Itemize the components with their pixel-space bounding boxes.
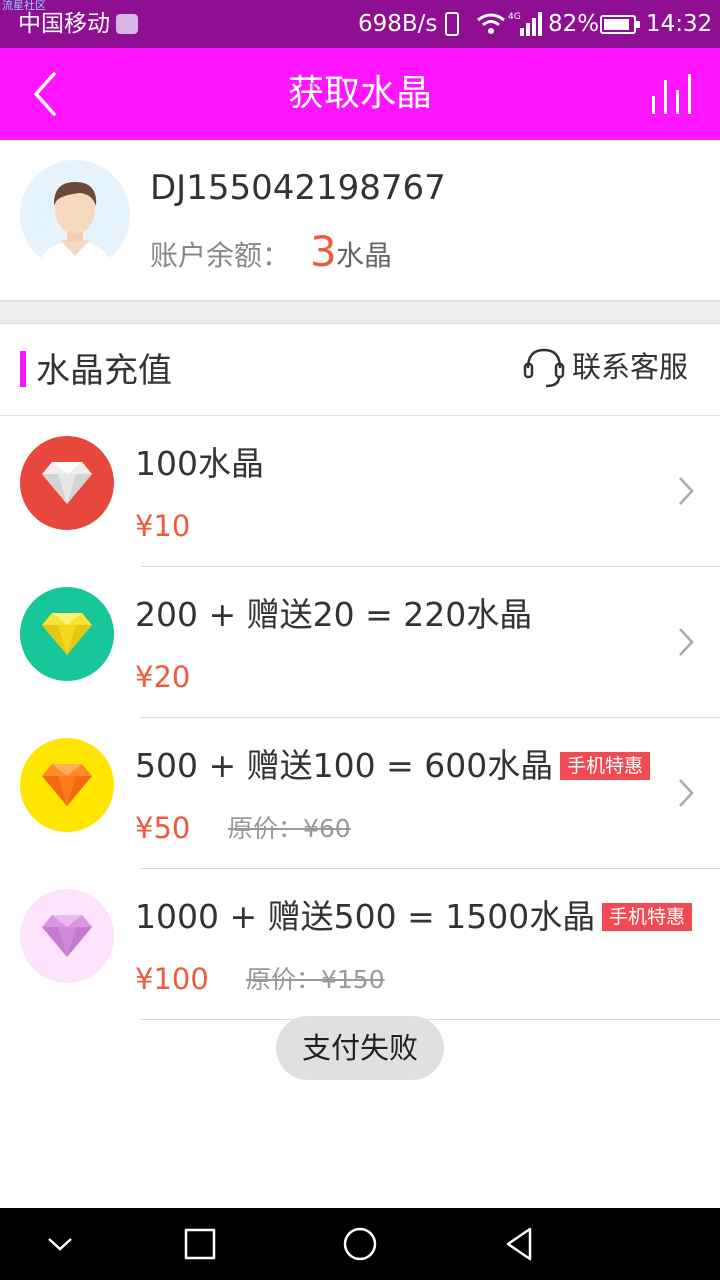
diamond-icon — [42, 613, 92, 655]
balance-value: 3 — [310, 227, 337, 276]
package-title: 100水晶 — [135, 444, 264, 483]
diamond-icon — [42, 764, 92, 806]
contact-service-label: 联系客服 — [572, 350, 689, 384]
balance-label: 账户余额： — [150, 239, 291, 272]
divider — [140, 1019, 720, 1020]
promo-badge: 手机特惠 — [602, 903, 693, 931]
chevron-right-icon — [679, 779, 694, 807]
system-nav-bar — [0, 1208, 720, 1280]
headset-icon — [523, 348, 565, 388]
avatar — [20, 160, 130, 270]
package-item[interactable]: 200 + 赠送20 = 220水晶 ¥20 — [0, 567, 720, 718]
original-price: 原价：¥150 — [246, 965, 385, 994]
carrier-app-icon — [116, 14, 138, 34]
original-price: 原价：¥60 — [228, 814, 351, 843]
clock: 14:32 — [646, 11, 713, 37]
account-panel: DJ155042198767 账户余额： 3 水晶 — [0, 140, 720, 302]
chevron-down-icon — [48, 1238, 72, 1251]
network-type: 4G — [508, 12, 521, 22]
battery-icon — [600, 15, 640, 34]
package-price: ¥50 — [135, 811, 191, 845]
section-title: 水晶充值 — [36, 351, 172, 391]
package-icon — [20, 738, 114, 832]
balance-unit: 水晶 — [336, 239, 393, 272]
section-accent-bar — [20, 351, 26, 387]
package-title: 1000 + 赠送500 = 1500水晶 — [135, 897, 596, 936]
package-icon — [20, 436, 114, 530]
status-bar: 流星社区 中国移动 698B/s 4G 82% 14:32 — [0, 0, 720, 48]
package-item[interactable]: 1000 + 赠送500 = 1500水晶 手机特惠 ¥100 原价：¥150 — [0, 869, 720, 1020]
package-price: ¥20 — [135, 660, 191, 694]
package-title: 200 + 赠送20 = 220水晶 — [135, 595, 533, 634]
wifi-icon — [477, 13, 505, 34]
diamond-icon — [42, 915, 92, 957]
square-icon — [184, 1228, 216, 1260]
nav-back-button[interactable] — [500, 1224, 540, 1264]
network-speed: 698B/s — [358, 11, 438, 37]
recharge-section-header: 水晶充值 联系客服 — [0, 324, 720, 416]
package-title: 500 + 赠送100 = 600水晶 — [135, 746, 554, 785]
signal-icon: 4G — [508, 12, 542, 36]
chevron-right-icon — [679, 628, 694, 656]
chevron-right-icon — [679, 477, 694, 505]
package-icon — [20, 587, 114, 681]
package-item[interactable]: 500 + 赠送100 = 600水晶 手机特惠 ¥50 原价：¥60 — [0, 718, 720, 869]
page-title: 获取水晶 — [287, 73, 432, 114]
package-item[interactable]: 100水晶 ¥10 — [0, 416, 720, 567]
bar-chart-icon — [652, 74, 691, 114]
payment-failed-toast: 支付失败 — [276, 1016, 444, 1080]
nav-home-button[interactable] — [340, 1224, 380, 1264]
circle-icon — [343, 1227, 377, 1261]
nav-recents-button[interactable] — [180, 1224, 220, 1264]
carrier-name: 中国移动 — [18, 11, 110, 37]
nav-hide-button[interactable] — [40, 1224, 80, 1264]
triangle-back-icon — [506, 1227, 532, 1261]
promo-badge: 手机特惠 — [560, 752, 651, 780]
battery-percent: 82% — [548, 11, 600, 37]
diamond-icon — [42, 462, 92, 504]
section-gap — [0, 302, 720, 324]
package-price: ¥10 — [135, 509, 191, 543]
package-icon — [20, 889, 114, 983]
title-bar: 获取水晶 — [0, 48, 720, 140]
user-id: DJ155042198767 — [150, 168, 446, 208]
stats-button[interactable] — [646, 70, 702, 118]
vibrate-icon — [445, 12, 459, 36]
user-avatar-icon — [20, 160, 130, 270]
package-price: ¥100 — [135, 962, 209, 996]
contact-service-button[interactable]: 联系客服 — [518, 342, 708, 394]
